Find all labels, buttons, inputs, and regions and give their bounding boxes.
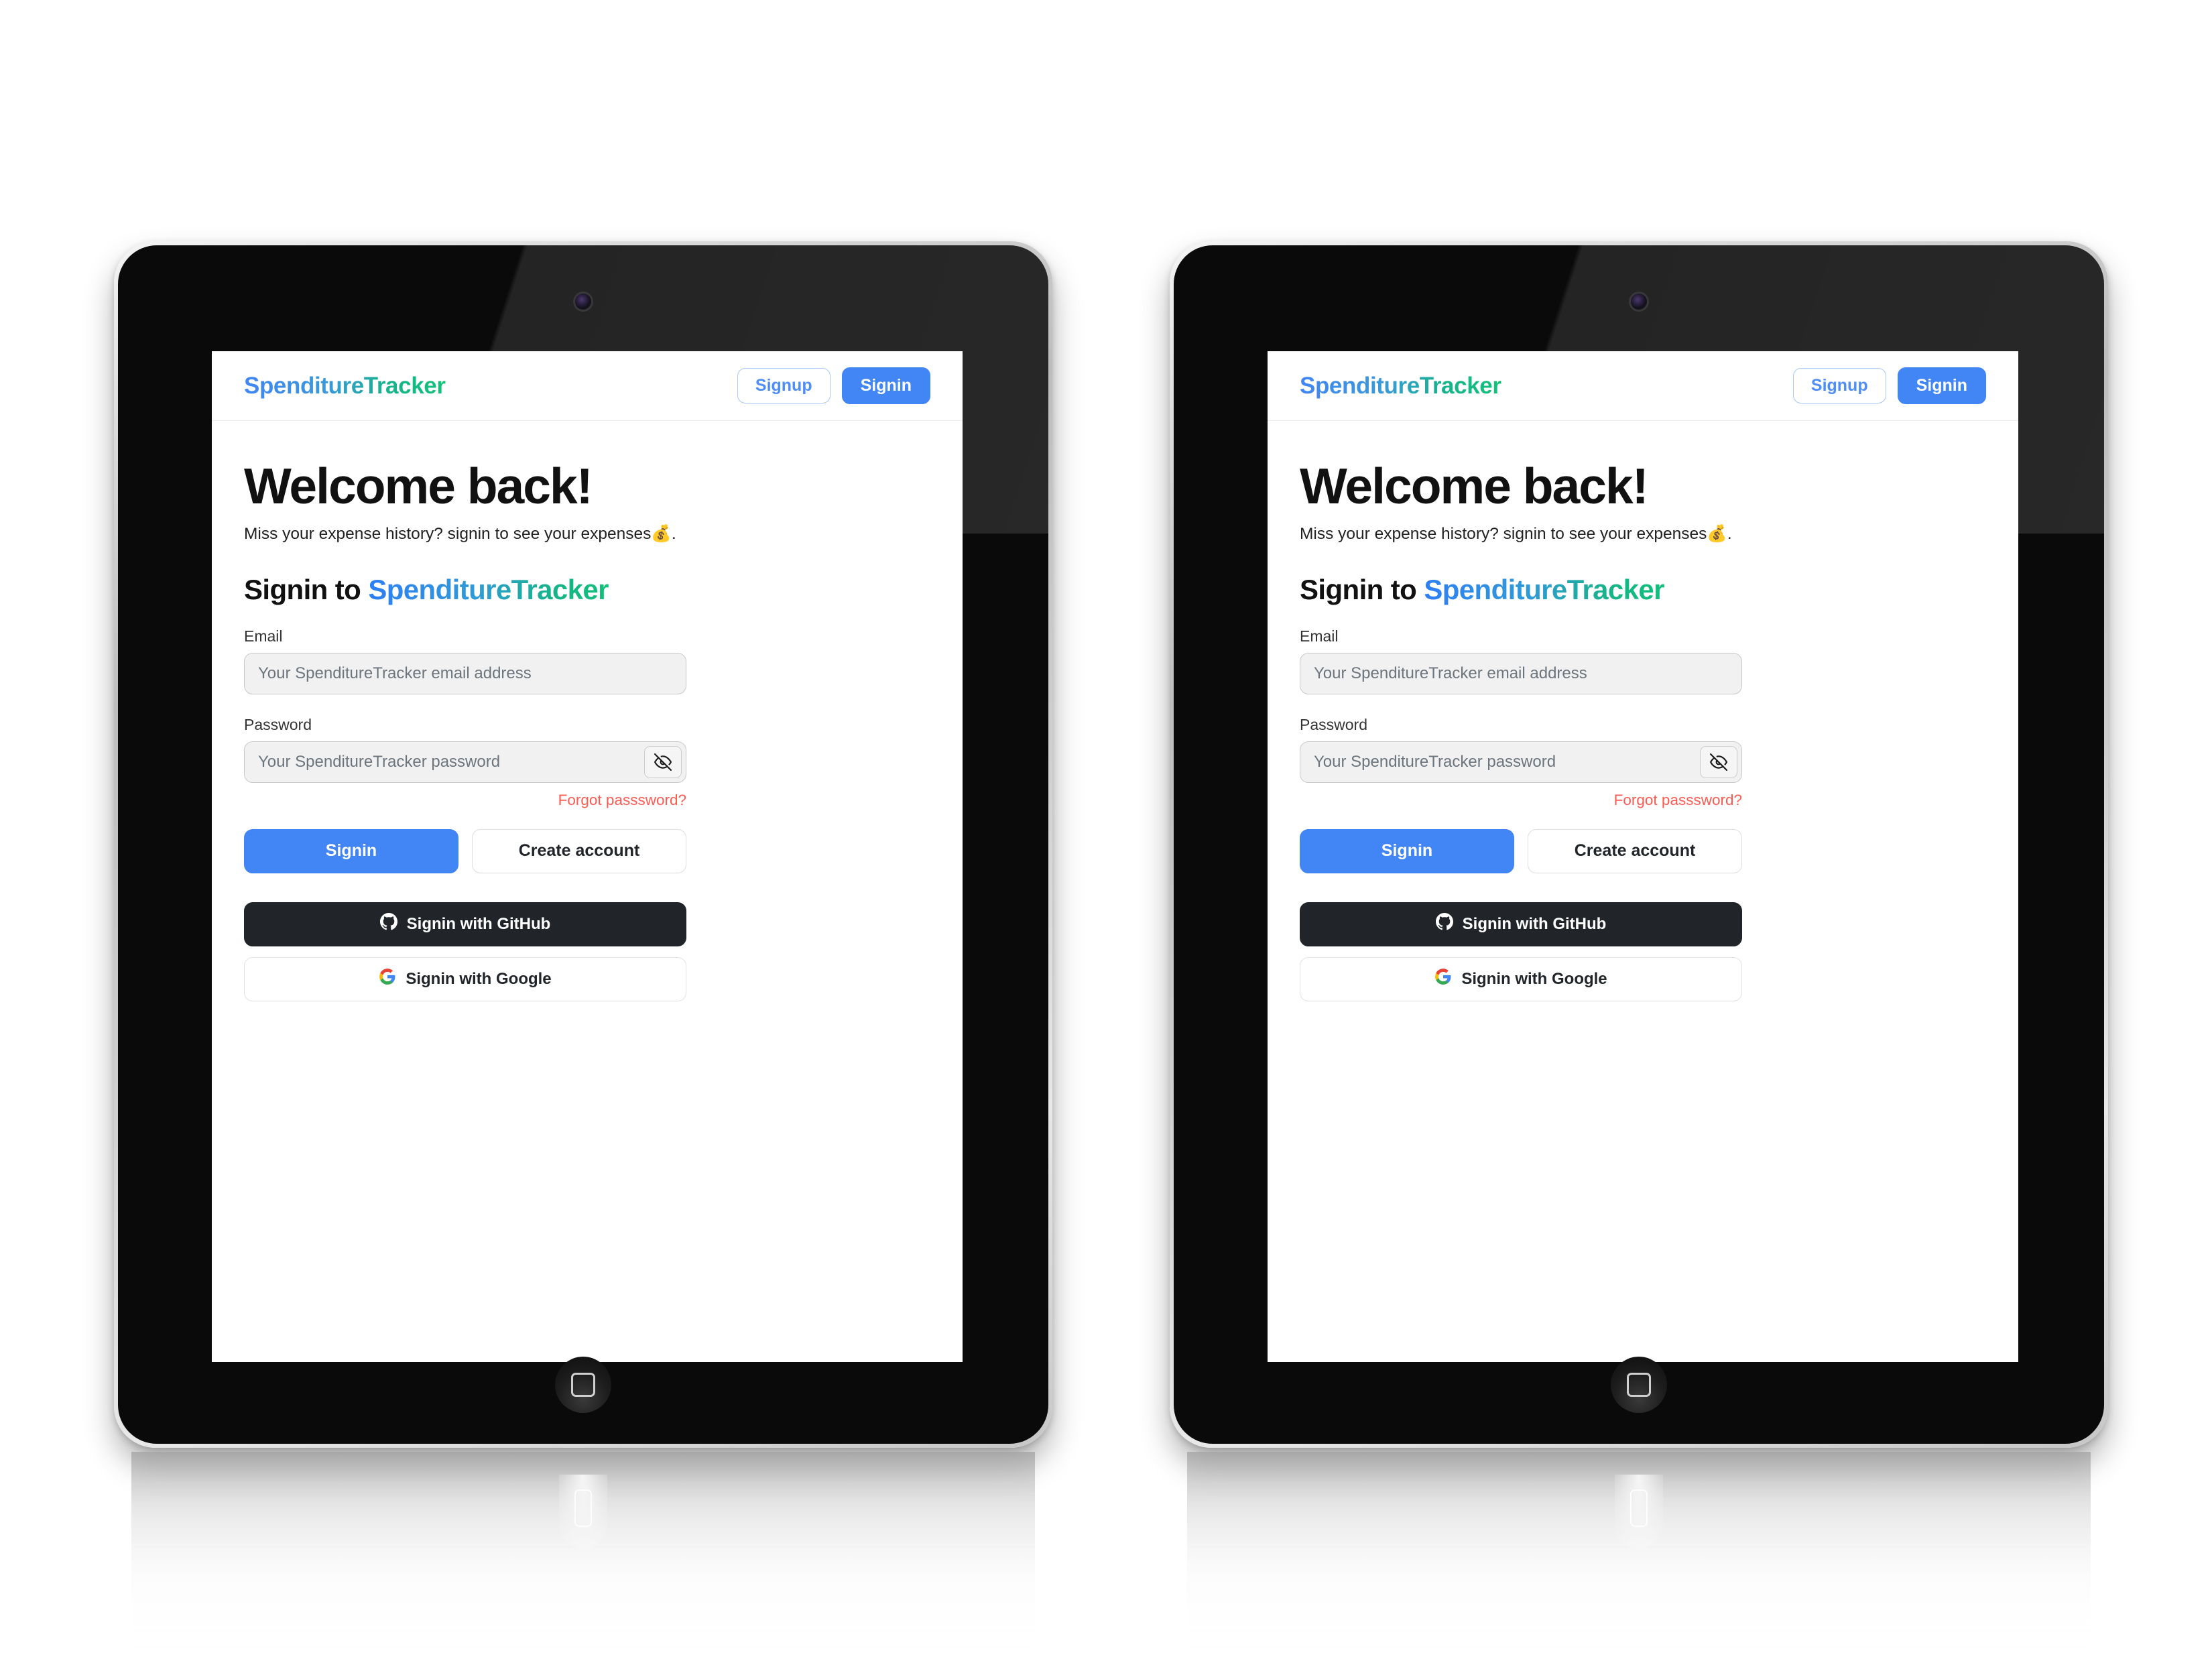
reflection-home-square [1630, 1489, 1648, 1527]
forgot-password-link[interactable]: Forgot passsword? [558, 792, 686, 808]
eye-off-icon[interactable] [644, 745, 682, 778]
password-input-wrap [244, 741, 686, 783]
email-input-wrap [1300, 652, 1742, 694]
nav-signup-button[interactable]: Signup [1792, 368, 1886, 404]
signin-with-google-button[interactable]: Signin with Google [1300, 956, 1742, 1001]
email-field-group: Email [244, 627, 930, 694]
email-label: Email [244, 627, 283, 645]
tablet-screen-left: SpenditureTracker Signup Signin Welcome … [212, 351, 963, 1362]
google-icon [379, 968, 396, 990]
email-input-wrap [244, 652, 686, 694]
create-account-button[interactable]: Create account [472, 828, 686, 873]
nav-signin-button[interactable]: Signin [1897, 367, 1986, 404]
github-icon [379, 913, 397, 935]
device-reflection-right [1187, 1452, 2091, 1673]
navbar: SpenditureTracker Signup Signin [1268, 351, 2018, 421]
create-account-button[interactable]: Create account [1528, 828, 1742, 873]
forgot-password-link[interactable]: Forgot passsword? [1614, 792, 1742, 808]
auth-button-row: Signin Create account [244, 828, 686, 873]
email-input[interactable] [244, 652, 686, 694]
google-icon [1434, 968, 1452, 990]
welcome-heading: Welcome back! [1300, 458, 1649, 514]
home-button-left[interactable] [555, 1357, 611, 1413]
welcome-subtitle: Miss your expense history? signin to see… [1300, 524, 1732, 543]
signin-submit-button[interactable]: Signin [244, 828, 458, 873]
signin-with-github-button[interactable]: Signin with GitHub [1300, 902, 1742, 946]
eye-off-icon[interactable] [1700, 745, 1737, 778]
home-square-icon [1627, 1373, 1651, 1397]
auth-button-row: Signin Create account [1300, 828, 1742, 873]
signin-heading-brand: SpenditureTracker [1424, 573, 1664, 605]
reflection-home-glow [1615, 1475, 1663, 1548]
signin-heading: Signin to SpenditureTracker [244, 574, 930, 606]
password-field-group: Password Forgot passsword? [1300, 716, 1986, 809]
front-camera-icon [1631, 294, 1647, 310]
github-button-label: Signin with GitHub [1462, 914, 1607, 933]
password-field-group: Password Forgot passsword? [244, 716, 930, 809]
front-camera-icon [575, 294, 591, 310]
reflection-home-square [574, 1489, 592, 1527]
reflection-home-glow [559, 1475, 607, 1548]
navbar-actions: Signup Signin [1792, 367, 1986, 404]
github-icon [1435, 913, 1453, 935]
forgot-password-row: Forgot passsword? [1300, 792, 1742, 809]
tablet-device-left: SpenditureTracker Signup Signin Welcome … [114, 241, 1052, 1673]
nav-signin-button[interactable]: Signin [841, 367, 930, 404]
signin-with-github-button[interactable]: Signin with GitHub [244, 902, 686, 946]
brand-logo[interactable]: SpenditureTracker [1300, 373, 1501, 399]
home-square-icon [571, 1373, 595, 1397]
home-button-right[interactable] [1611, 1357, 1667, 1413]
email-label: Email [1300, 627, 1339, 645]
password-input[interactable] [244, 741, 686, 783]
navbar-actions: Signup Signin [737, 367, 930, 404]
password-label: Password [244, 715, 312, 733]
device-bezel: SpenditureTracker Signup Signin Welcome … [118, 245, 1048, 1444]
device-bezel: SpenditureTracker Signup Signin Welcome … [1174, 245, 2104, 1444]
signin-heading: Signin to SpenditureTracker [1300, 574, 1986, 606]
social-auth-group: Signin with GitHub Signin with Google [244, 902, 686, 1001]
welcome-subtitle: Miss your expense history? signin to see… [244, 524, 676, 543]
signin-with-google-button[interactable]: Signin with Google [244, 956, 686, 1001]
signin-submit-button[interactable]: Signin [1300, 828, 1514, 873]
github-button-label: Signin with GitHub [406, 914, 551, 933]
email-input[interactable] [1300, 652, 1742, 694]
page-content: Welcome back! Miss your expense history?… [212, 458, 963, 1001]
password-input[interactable] [1300, 741, 1742, 783]
google-button-label: Signin with Google [406, 969, 552, 988]
password-input-wrap [1300, 741, 1742, 783]
tablet-device-right: SpenditureTracker Signup Signin Welcome … [1170, 241, 2108, 1673]
navbar: SpenditureTracker Signup Signin [212, 351, 963, 421]
signin-heading-brand: SpenditureTracker [368, 573, 609, 605]
brand-logo[interactable]: SpenditureTracker [244, 373, 446, 399]
password-label: Password [1300, 715, 1367, 733]
nav-signup-button[interactable]: Signup [737, 368, 831, 404]
device-reflection-left [131, 1452, 1035, 1673]
google-button-label: Signin with Google [1461, 969, 1607, 988]
signin-heading-prefix: Signin to [244, 573, 369, 605]
forgot-password-row: Forgot passsword? [244, 792, 686, 809]
social-auth-group: Signin with GitHub Signin with Google [1300, 902, 1742, 1001]
email-field-group: Email [1300, 627, 1986, 694]
signin-heading-prefix: Signin to [1300, 573, 1424, 605]
tablet-screen-right: SpenditureTracker Signup Signin Welcome … [1268, 351, 2018, 1362]
page-content: Welcome back! Miss your expense history?… [1268, 458, 2018, 1001]
welcome-heading: Welcome back! [244, 458, 593, 514]
